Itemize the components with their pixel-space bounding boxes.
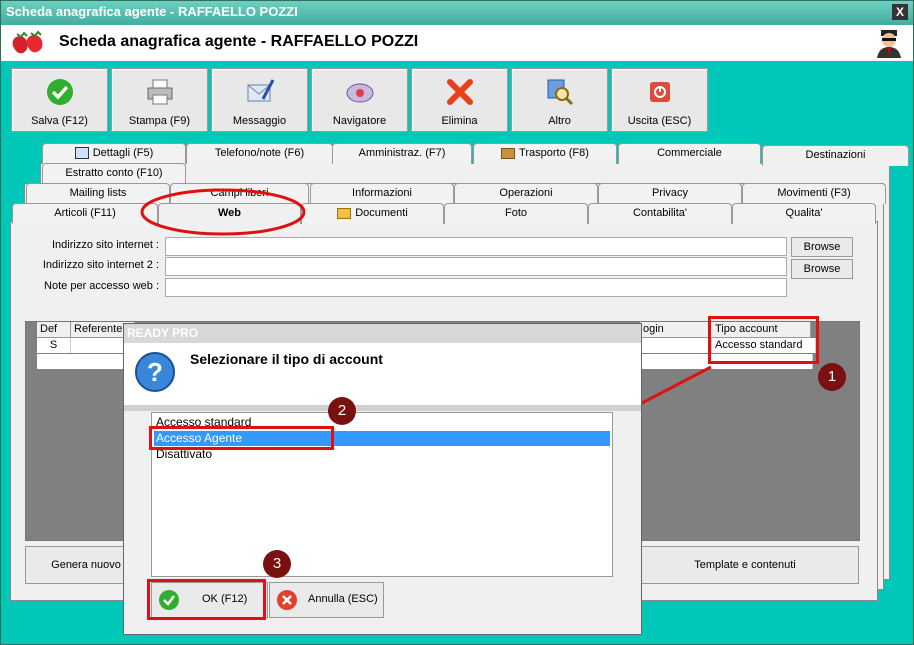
more-button[interactable]: Altro [511,68,608,132]
tab-dettagli[interactable]: Dettagli (F5) [42,143,186,164]
browse-button-1[interactable]: Browse [791,237,853,257]
tab-contabilita[interactable]: Contabilita' [588,203,732,224]
delete-button[interactable]: Elimina [411,68,508,132]
more-label: Altro [548,115,571,127]
question-icon: ? [135,352,175,392]
main-window: Scheda anagrafica agente - RAFFAELLO POZ… [0,0,914,645]
tab-amministraz[interactable]: Amministraz. (F7) [332,143,472,164]
window-title: Scheda anagrafica agente - RAFFAELLO POZ… [6,4,298,19]
notes-input[interactable] [165,278,787,297]
tab-articoli[interactable]: Articoli (F11) [12,203,158,224]
grid-cell-def[interactable]: S [37,338,71,353]
save-label: Salva (F12) [31,115,88,127]
dialog-message: Selezionare il tipo di account [190,351,383,367]
close-button[interactable]: X [892,4,908,20]
notes-label: Note per accesso web : [44,280,159,292]
tipo-account-highlight [708,316,819,364]
header: Scheda anagrafica agente - RAFFAELLO POZ… [1,25,913,61]
site-label: Indirizzo sito internet : [52,239,159,251]
tab-trasporto[interactable]: Trasporto (F8) [473,143,617,164]
folder-icon [337,207,352,219]
cancel-button[interactable]: Annulla (ESC) [269,582,384,618]
message-icon [247,79,275,102]
truck-icon [501,147,516,159]
exit-button[interactable]: Uscita (ESC) [611,68,708,132]
compass-icon [346,83,374,103]
delete-icon [447,79,473,105]
tab-documenti[interactable]: Documenti [301,203,444,224]
tab-destinazioni[interactable]: Destinazioni [762,145,909,166]
save-button[interactable]: Salva (F12) [11,68,108,132]
check-icon [47,79,73,105]
tab-qualita[interactable]: Qualita' [732,203,876,224]
tab-movimenti[interactable]: Movimenti (F3) [742,183,886,204]
dialog-separator [124,405,641,411]
search-icon [547,79,574,106]
strawberry-icon [12,30,43,54]
exit-label: Uscita (ESC) [627,115,692,127]
form-icon [74,147,89,160]
title-bar: Scheda anagrafica agente - RAFFAELLO POZ… [1,1,913,25]
delete-label: Elimina [441,115,478,127]
agent-avatar-icon [877,30,901,58]
step-badge-2: 2 [328,397,356,425]
cancel-icon [277,590,297,610]
message-label: Messaggio [232,115,287,127]
tab-informazioni[interactable]: Informazioni [310,183,454,204]
grid-header-def: Def [37,322,71,338]
web-tab-highlight [140,188,306,236]
page-title: Scheda anagrafica agente - RAFFAELLO POZ… [59,33,419,50]
printer-icon [147,79,173,105]
navigator-label: Navigatore [332,115,387,127]
svg-text:?: ? [147,357,163,387]
tab-commerciale[interactable]: Commerciale [618,143,761,164]
browse-button-2[interactable]: Browse [791,259,853,279]
tab-telefono-note[interactable]: Telefono/note (F6) [186,143,333,164]
tab-privacy[interactable]: Privacy [598,183,742,204]
print-button[interactable]: Stampa (F9) [111,68,208,132]
navigator-button[interactable]: Navigatore [311,68,408,132]
tab-operazioni[interactable]: Operazioni [454,183,598,204]
cancel-label: Annulla (ESC) [308,593,378,605]
dialog-header: ? Selezionare il tipo di account [124,343,641,405]
grid-header-login: ogin [640,322,714,338]
agente-option-highlight [149,426,334,450]
step-badge-1: 1 [818,363,846,391]
site-input[interactable] [165,237,787,256]
tab-foto[interactable]: Foto [444,203,588,224]
message-button[interactable]: Messaggio [211,68,308,132]
exit-icon [650,82,670,102]
tab-estratto-conto[interactable]: Estratto conto (F10) [42,163,186,184]
template-content-button[interactable]: Template e contenuti [631,546,859,584]
dialog-title: READY PRO [124,324,641,343]
print-label: Stampa (F9) [128,115,191,127]
step-badge-3: 3 [263,550,291,578]
site2-input[interactable] [165,257,787,276]
ok-button-highlight [147,579,266,620]
site2-label: Indirizzo sito internet 2 : [42,259,159,271]
